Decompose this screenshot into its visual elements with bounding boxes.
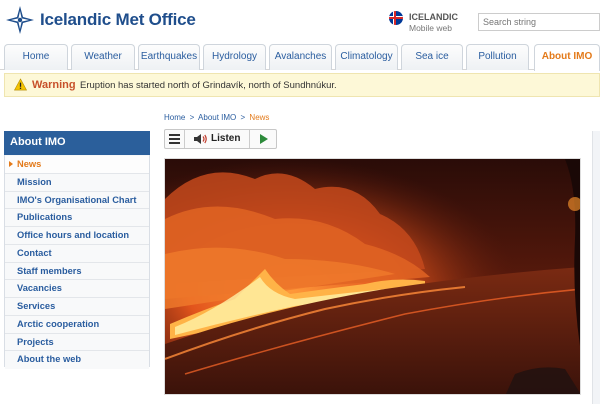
play-button[interactable]: [251, 130, 277, 148]
listen-label: Listen: [211, 133, 241, 144]
sidebar-item-label: About the web: [17, 354, 82, 365]
sidebar-item-label: Vacancies: [17, 283, 62, 294]
breadcrumb-current: News: [249, 113, 270, 122]
sidebar-item-label: Projects: [17, 336, 54, 347]
warning-text[interactable]: Eruption has started north of Grindavík,…: [80, 80, 337, 91]
tab-label: Sea ice: [415, 51, 449, 62]
warning-banner[interactable]: Warning Eruption has started north of Gr…: [4, 73, 600, 97]
sidebar-item-staff[interactable]: Staff members: [5, 262, 149, 281]
speaker-icon: [194, 134, 207, 144]
main-nav: Home Weather Earthquakes Hydrology Avala…: [0, 42, 600, 71]
tab-label: Avalanches: [274, 51, 327, 62]
sidebar-item-label: Office hours and location: [17, 230, 130, 240]
tab-weather[interactable]: Weather: [71, 44, 135, 70]
imo-logo-icon[interactable]: [5, 5, 35, 35]
tab-label: Weather: [84, 51, 122, 62]
tab-pollution[interactable]: Pollution: [466, 44, 529, 70]
arrow-right-icon: [9, 161, 13, 167]
tab-about-imo[interactable]: About IMO: [534, 44, 600, 71]
eruption-image: [165, 159, 580, 394]
language-switch[interactable]: ICELANDIC Mobile web: [389, 11, 469, 35]
tab-label: Home: [22, 51, 50, 62]
breadcrumb-home[interactable]: Home: [164, 113, 185, 122]
site-logo-text[interactable]: Icelandic Met Office: [40, 10, 196, 30]
sidebar-item-projects[interactable]: Projects: [5, 333, 149, 352]
sidebar-item-contact[interactable]: Contact: [5, 244, 149, 263]
sidebar-list: News Mission IMO's Organisational Chart …: [5, 156, 149, 369]
tab-label: Pollution: [478, 51, 517, 62]
sidebar-item-label: Publications: [17, 212, 73, 223]
tab-label: Hydrology: [211, 51, 258, 62]
right-column-edge: [592, 131, 600, 404]
tab-climatology[interactable]: Climatology: [335, 44, 398, 70]
play-icon: [260, 134, 268, 144]
listen-toolbar: Listen: [164, 129, 277, 149]
tab-hydrology[interactable]: Hydrology: [203, 44, 266, 70]
sidebar-item-org-chart[interactable]: IMO's Organisational Chart: [5, 191, 149, 210]
menu-button[interactable]: [165, 130, 185, 148]
sidebar: About IMO News Mission IMO's Organisatio…: [4, 131, 150, 369]
tab-home[interactable]: Home: [4, 44, 68, 70]
sidebar-item-news[interactable]: News: [5, 156, 149, 174]
sidebar-item-label: Staff members: [17, 265, 82, 276]
sidebar-item-label: News: [17, 159, 42, 169]
sidebar-item-mission[interactable]: Mission: [5, 173, 149, 192]
sidebar-item-label: Arctic cooperation: [17, 318, 100, 329]
sidebar-item-office-hours[interactable]: Office hours and location: [5, 227, 149, 245]
sidebar-item-about-web[interactable]: About the web: [5, 351, 149, 369]
eruption-photo[interactable]: [164, 158, 581, 395]
tab-label: Earthquakes: [140, 51, 198, 62]
hamburger-icon: [169, 138, 180, 140]
sidebar-item-publications[interactable]: Publications: [5, 209, 149, 227]
tab-label: About IMO: [541, 51, 593, 62]
tab-label: Climatology: [340, 51, 393, 62]
sidebar-item-label: Contact: [17, 247, 52, 258]
iceland-flag-icon: [389, 11, 403, 25]
sidebar-item-label: IMO's Organisational Chart: [17, 194, 137, 205]
hamburger-icon: [169, 134, 180, 136]
language-title: ICELANDIC: [409, 12, 458, 22]
listen-button[interactable]: Listen: [186, 130, 250, 148]
sidebar-item-label: Mission: [17, 176, 52, 187]
language-subtitle: Mobile web: [409, 23, 452, 33]
tab-earthquakes[interactable]: Earthquakes: [138, 44, 200, 70]
sidebar-item-arctic[interactable]: Arctic cooperation: [5, 315, 149, 334]
breadcrumb-separator: >: [240, 113, 246, 122]
tab-sea-ice[interactable]: Sea ice: [401, 44, 463, 70]
hamburger-icon: [169, 142, 180, 144]
breadcrumb-about-imo[interactable]: About IMO: [198, 113, 236, 122]
sidebar-item-label: Services: [17, 301, 56, 311]
sidebar-item-services[interactable]: Services: [5, 298, 149, 316]
sidebar-item-vacancies[interactable]: Vacancies: [5, 280, 149, 298]
search-input[interactable]: [478, 13, 600, 31]
site-header: Icelandic Met Office ICELANDIC Mobile we…: [0, 0, 600, 42]
warning-label: Warning: [32, 79, 76, 91]
breadcrumb-separator: >: [189, 113, 195, 122]
tab-avalanches[interactable]: Avalanches: [269, 44, 332, 70]
sidebar-title[interactable]: About IMO: [4, 131, 150, 155]
breadcrumb: Home > About IMO > News: [164, 113, 269, 122]
warning-icon: [14, 78, 27, 91]
